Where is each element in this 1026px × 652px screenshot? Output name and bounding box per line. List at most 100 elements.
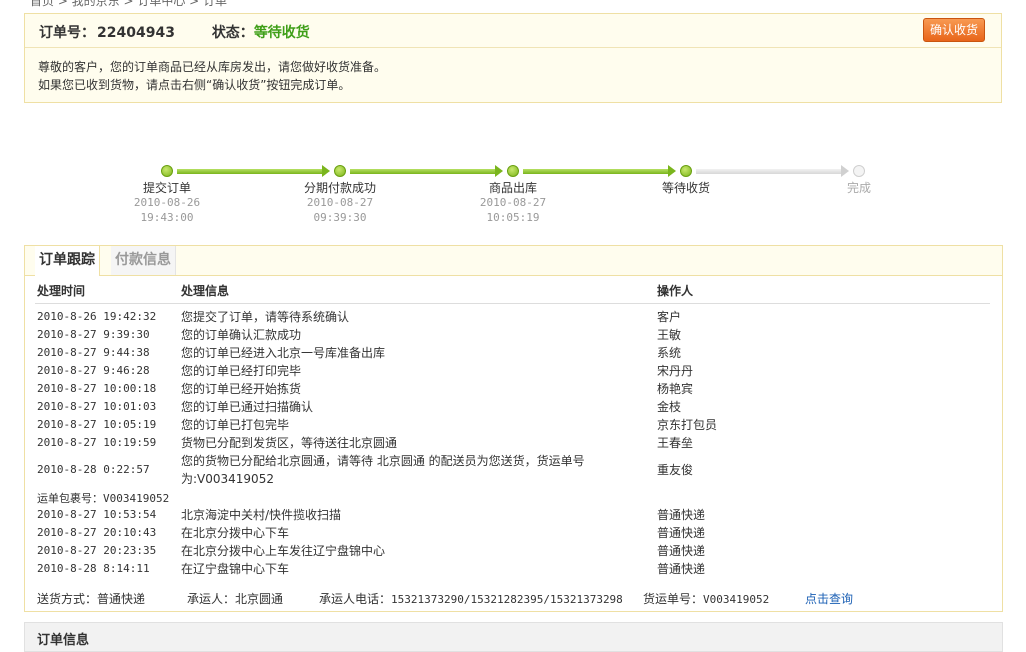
- order-state: 等待收货: [253, 25, 310, 41]
- tab-bar: 订单跟踪 付款信息: [25, 246, 1002, 276]
- progress-step-date: 2010-08-26: [133, 196, 201, 209]
- order-header: 订单号： 22404943 状态：等待收货: [39, 22, 310, 44]
- order-message: 尊敬的客户，您的订单商品已经从库房发出，请您做好收货准备。 如果您已收到货物，请…: [38, 58, 386, 94]
- row-time: 2010-8-27 10:00:18: [37, 382, 157, 395]
- order-status-panel: 订单号： 22404943 状态：等待收货 确认收货 尊敬的客户，您的订单商品已经…: [24, 13, 1002, 103]
- row-operator: 金枝: [657, 400, 682, 414]
- table-row: 2010-8-27 9:46:28 您的订单已经打印完毕 宋丹丹: [25, 362, 1002, 380]
- row-operator: 王春垒: [657, 436, 694, 450]
- row-time: 2010-8-27 20:10:43: [37, 526, 157, 539]
- breadcrumb: 首页 > 我的京东 > 订单中心 > 订单: [30, 0, 228, 8]
- row-info: 在北京分拨中心下车: [181, 526, 290, 540]
- order-message-line-2: 如果您已收到货物，请点击右侧“确认收货”按钮完成订单。: [38, 78, 351, 92]
- progress-connector: [696, 169, 841, 174]
- waybill-package-line: 运单包裹号：V003419052: [37, 490, 169, 506]
- freight-number: 货运单号：V003419052: [643, 592, 770, 606]
- progress-step-time: 10:05:19: [486, 211, 540, 224]
- shipping-info: 送货方式：普通快递 承运人：北京圆通 承运人电话：15321373290/153…: [37, 590, 987, 608]
- order-id-label: 订单号：: [39, 25, 95, 41]
- row-time: 2010-8-27 10:19:59: [37, 436, 157, 449]
- row-time: 2010-8-26 19:42:32: [37, 310, 157, 323]
- row-operator: 客户: [657, 310, 682, 324]
- row-info: 您的订单已经打印完毕: [181, 364, 302, 378]
- row-time: 2010-8-28 0:22:57: [37, 463, 150, 476]
- divider: [25, 47, 1001, 48]
- tab-payment-info[interactable]: 付款信息: [111, 246, 176, 275]
- table-row: 2010-8-27 20:10:43 在北京分拨中心下车 普通快递: [25, 524, 1002, 542]
- progress-step-label: 商品出库: [488, 181, 537, 195]
- column-header-operator: 操作人: [657, 284, 694, 298]
- progress-step-label: 提交订单: [142, 181, 191, 195]
- table-row: 2010-8-26 19:42:32 您提交了订单，请等待系统确认 客户: [25, 308, 1002, 326]
- row-info: 您的订单已经进入北京一号库准备出库: [181, 346, 386, 360]
- row-info: 您的订单确认汇款成功: [181, 328, 302, 342]
- order-info-section: 订单信息: [24, 622, 1003, 652]
- row-time: 2010-8-27 10:53:54: [37, 508, 157, 521]
- row-time: 2010-8-27 20:23:35: [37, 544, 157, 557]
- order-tracking-panel: 订单跟踪 付款信息 处理时间 处理信息 操作人 2010-8-26 19:42:…: [24, 245, 1003, 612]
- order-progress-tracker: 提交订单 2010-08-26 19:43:00 分期付款成功 2010-08-27 09…: [0, 160, 1026, 230]
- order-message-line-1: 尊敬的客户，您的订单商品已经从库房发出，请您做好收货准备。: [38, 60, 387, 74]
- row-time: 2010-8-28 8:14:11: [37, 562, 150, 575]
- order-info-title: 订单信息: [37, 633, 90, 648]
- table-row: 2010-8-27 10:05:19 您的订单已打包完毕 京东打包员: [25, 416, 1002, 434]
- row-operator: 王敏: [657, 328, 682, 342]
- table-row: 2010-8-27 10:01:03 您的订单已通过扫描确认 金枝: [25, 398, 1002, 416]
- table-row: 2010-8-27 10:00:18 您的订单已经开始拣货 杨艳宾: [25, 380, 1002, 398]
- progress-node: [853, 165, 865, 177]
- table-row: 2010-8-28 8:14:11 在辽宁盘锦中心下车 普通快递: [25, 560, 1002, 578]
- shipping-method: 送货方式：普通快递: [37, 592, 146, 606]
- track-query-link[interactable]: 点击查询: [805, 590, 853, 607]
- progress-connector: [177, 169, 322, 174]
- order-id: 22404943: [97, 25, 175, 41]
- column-header-time: 处理时间: [37, 284, 86, 298]
- progress-step-label: 完成: [846, 181, 871, 195]
- row-operator: 普通快递: [657, 526, 706, 540]
- progress-connector: [350, 169, 495, 174]
- progress-node: [161, 165, 173, 177]
- row-operator: 普通快递: [657, 562, 706, 576]
- row-time: 2010-8-27 9:39:30: [37, 328, 150, 341]
- row-operator: 系统: [657, 346, 682, 360]
- row-operator: 京东打包员: [657, 418, 718, 432]
- row-operator: 重友俊: [657, 463, 694, 477]
- progress-arrow: [495, 165, 503, 177]
- carrier-phone: 承运人电话：15321373290/15321282395/1532137329…: [319, 592, 623, 606]
- progress-step-date: 2010-08-27: [306, 196, 374, 209]
- row-info: 您的订单已经开始拣货: [181, 382, 302, 396]
- progress-node: [680, 165, 692, 177]
- table-row: 2010-8-27 20:23:35 在北京分拨中心上车发往辽宁盘锦中心 普通快递: [25, 542, 1002, 560]
- table-row: 2010-8-27 10:19:59 货物已分配到发货区，等待送往北京圆通 王春垒: [25, 434, 1002, 452]
- progress-arrow: [668, 165, 676, 177]
- progress-node: [507, 165, 519, 177]
- table-row: 2010-8-27 9:44:38 您的订单已经进入北京一号库准备出库 系统: [25, 344, 1002, 362]
- row-operator: 普通快递: [657, 508, 706, 522]
- row-info: 在北京分拨中心上车发往辽宁盘锦中心: [181, 544, 386, 558]
- row-time: 2010-8-27 10:01:03: [37, 400, 157, 413]
- row-info: 您的订单已通过扫描确认: [181, 400, 314, 414]
- progress-arrow: [841, 165, 849, 177]
- progress-step-time: 19:43:00: [140, 211, 194, 224]
- header-divider: [35, 303, 990, 304]
- row-time: 2010-8-27 10:05:19: [37, 418, 157, 431]
- row-operator: 宋丹丹: [657, 364, 694, 378]
- progress-node: [334, 165, 346, 177]
- confirm-receipt-button[interactable]: 确认收货: [922, 18, 985, 42]
- waybill-label: 运单包裹号：: [37, 492, 103, 505]
- row-info: 货物已分配到发货区，等待送往北京圆通: [181, 436, 398, 450]
- row-info: 您的订单已打包完毕: [181, 418, 290, 432]
- row-time: 2010-8-27 9:44:38: [37, 346, 150, 359]
- progress-step-time: 09:39:30: [313, 211, 367, 224]
- row-info: 您提交了订单，请等待系统确认: [181, 310, 350, 324]
- table-row: 2010-8-28 0:22:57 您的货物已分配给北京圆通，请等待 北京圆通 的…: [25, 452, 1002, 488]
- row-operator: 普通快递: [657, 544, 706, 558]
- progress-step-label: 等待收货: [661, 181, 710, 195]
- progress-arrow: [322, 165, 330, 177]
- waybill-number: V003419052: [103, 492, 170, 505]
- progress-step-date: 2010-08-27: [479, 196, 547, 209]
- column-header-info: 处理信息: [181, 284, 230, 298]
- row-info: 北京海淀中关村/快件揽收扫描: [181, 508, 342, 522]
- order-state-label: 状态：: [211, 25, 254, 41]
- row-time: 2010-8-27 9:46:28: [37, 364, 150, 377]
- tab-order-tracking[interactable]: 订单跟踪: [35, 246, 100, 276]
